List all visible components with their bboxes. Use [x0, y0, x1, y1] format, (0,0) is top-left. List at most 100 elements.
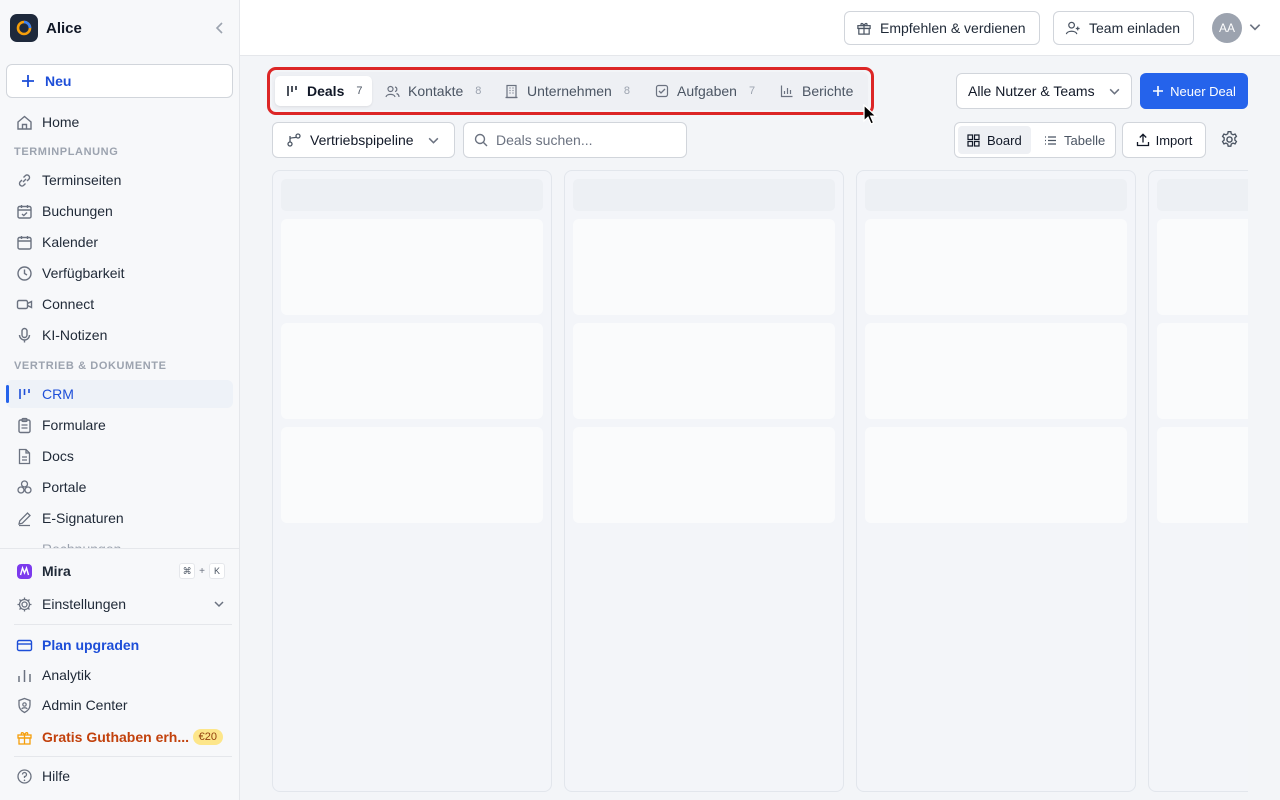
sidebar-item-admin-center[interactable]: Admin Center [6, 691, 233, 719]
pipeline-icon [14, 384, 34, 404]
invite-team-label: Team einladen [1089, 20, 1181, 36]
sidebar-item-label: Buchungen [42, 203, 113, 219]
card-skeleton [281, 427, 543, 523]
sidebar-item-hilfe[interactable]: Hilfe [6, 762, 233, 790]
gift-icon [856, 20, 872, 36]
plus-icon [22, 75, 34, 87]
section-label-scheduling: TERMINPLANUNG [14, 146, 119, 158]
column-header-skeleton [1157, 179, 1248, 211]
chevron-down-icon [1108, 85, 1121, 98]
column-header-skeleton [281, 179, 543, 211]
sidebar-item-label: Verfügbarkeit [42, 265, 125, 281]
sidebar-item-docs[interactable]: Docs [6, 442, 233, 470]
sidebar-item-label: Home [42, 114, 80, 130]
search-input[interactable] [496, 132, 676, 148]
search-icon [474, 133, 488, 147]
workspace-header[interactable]: Alice [10, 14, 230, 42]
card-skeleton [865, 219, 1127, 315]
invite-team-button[interactable]: Team einladen [1053, 11, 1195, 45]
workspace-name: Alice [46, 19, 82, 37]
sidebar-item-label: Kalender [42, 234, 99, 250]
card-skeleton [1157, 427, 1248, 523]
sidebar-item-crm[interactable]: CRM [6, 380, 233, 408]
sidebar-item-label: Plan upgraden [42, 637, 140, 653]
plus-icon [1152, 85, 1164, 97]
sidebar-item-connect[interactable]: Connect [6, 290, 233, 318]
keyboard-shortcut: ⌘ + K [179, 563, 225, 579]
card-skeleton [865, 427, 1127, 523]
new-button[interactable]: Neu [6, 64, 233, 98]
sidebar-item-label: Connect [42, 296, 95, 312]
sidebar-item-home[interactable]: Home [6, 108, 233, 136]
import-label: Import [1155, 132, 1193, 148]
new-deal-button[interactable]: Neuer Deal [1140, 73, 1248, 109]
board-column-skeleton [564, 170, 844, 792]
sidebar-item-label: Portale [42, 479, 87, 495]
chevron-down-icon [213, 598, 225, 610]
card-skeleton [1157, 219, 1248, 315]
pen-icon [14, 508, 34, 528]
sidebar-item-verfuegbarkeit[interactable]: Verfügbarkeit [6, 259, 233, 287]
sidebar-item-label: Docs [42, 448, 74, 464]
board-settings-icon[interactable] [1220, 130, 1239, 149]
sidebar-item-label: Admin Center [42, 697, 128, 713]
sidebar-item-ki-notizen[interactable]: KI-Notizen [6, 321, 233, 349]
sidebar-item-e-signaturen[interactable]: E-Signaturen [6, 504, 233, 532]
shortcut-cmd: ⌘ [179, 563, 196, 579]
sidebar-item-plan-upgraden[interactable]: Plan upgraden [6, 631, 233, 659]
sidebar-item-einstellungen[interactable]: Einstellungen [6, 590, 233, 618]
sidebar-item-formulare[interactable]: Formulare [6, 411, 233, 439]
card-skeleton [573, 427, 835, 523]
sidebar-divider [14, 624, 232, 625]
sidebar-item-kalender[interactable]: Kalender [6, 228, 233, 256]
sidebar: Alice Neu Home TERMINPLANUNG Terminseite… [0, 0, 240, 800]
sidebar-item-terminseiten[interactable]: Terminseiten [6, 166, 233, 194]
clipboard-icon [14, 415, 34, 435]
pipeline-branch-icon [286, 132, 302, 148]
sidebar-item-gratis-guthaben[interactable]: Gratis Guthaben erh... €20 [6, 723, 233, 751]
new-button-label: Neu [45, 73, 72, 89]
clock-icon [14, 263, 34, 283]
pipeline-label: Vertriebspipeline [310, 132, 414, 148]
view-board-button[interactable]: Board [958, 126, 1031, 154]
bar-chart-icon [14, 665, 34, 685]
column-header-skeleton [573, 179, 835, 211]
avatar[interactable]: AA [1212, 13, 1242, 43]
card-skeleton [865, 323, 1127, 419]
board-column-skeleton [1148, 170, 1248, 792]
pipeline-dropdown[interactable]: Vertriebspipeline [272, 122, 455, 158]
refer-button[interactable]: Empfehlen & verdienen [844, 11, 1040, 45]
users-teams-dropdown[interactable]: Alle Nutzer & Teams [956, 73, 1132, 109]
sidebar-item-buchungen[interactable]: Buchungen [6, 197, 233, 225]
top-bar: Empfehlen & verdienen Team einladen AA [240, 0, 1280, 56]
card-skeleton [1157, 323, 1248, 419]
card-skeleton [573, 323, 835, 419]
board-column-skeleton [856, 170, 1136, 792]
upload-icon [1136, 133, 1150, 147]
sidebar-item-analytik[interactable]: Analytik [6, 661, 233, 689]
gear-icon [14, 594, 34, 614]
sidebar-item-label: Analytik [42, 667, 92, 683]
sidebar-item-label: Terminseiten [42, 172, 122, 188]
shortcut-key: K [209, 563, 225, 579]
view-table-button[interactable]: Tabelle [1035, 126, 1114, 154]
sidebar-item-label: Einstellungen [42, 596, 127, 612]
chevron-down-icon[interactable] [1248, 20, 1262, 34]
view-table-label: Tabelle [1064, 132, 1106, 148]
app-logo-icon [10, 14, 38, 42]
credit-badge: €20 [192, 729, 223, 745]
sidebar-item-label: E-Signaturen [42, 510, 124, 526]
active-indicator [6, 385, 9, 403]
view-board-label: Board [987, 132, 1022, 148]
collapse-sidebar-icon[interactable] [210, 18, 230, 38]
sidebar-item-portale[interactable]: Portale [6, 473, 233, 501]
document-icon [14, 446, 34, 466]
section-label-sales: VERTRIEB & DOKUMENTE [14, 360, 167, 372]
help-icon [14, 766, 34, 786]
sidebar-item-label: KI-Notizen [42, 327, 108, 343]
sidebar-item-mira[interactable]: Mira ⌘ + K [6, 557, 233, 585]
import-button[interactable]: Import [1122, 122, 1206, 158]
calendar-icon [14, 232, 34, 252]
card-skeleton [573, 219, 835, 315]
sidebar-item-label: Formulare [42, 417, 106, 433]
